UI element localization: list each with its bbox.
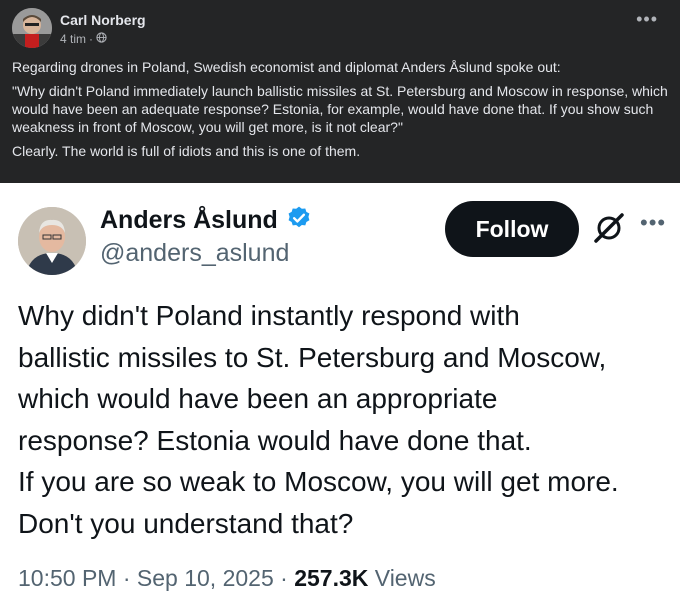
tweet-handle[interactable]: @anders_aslund xyxy=(100,239,289,268)
footer-separator: · xyxy=(122,565,131,591)
post-text: Regarding drones in Poland, Swedish econ… xyxy=(12,58,672,166)
embedded-tweet-image: Anders Åslund @anders_aslund Follow ••• … xyxy=(0,183,680,607)
tweet-author-name[interactable]: Anders Åslund xyxy=(100,206,278,235)
post-time[interactable]: 4 tim xyxy=(60,32,86,46)
post-meta: 4 tim · xyxy=(60,32,107,46)
tweet-text-line: ballistic missiles to St. Petersburg and… xyxy=(18,341,607,373)
tweet-time[interactable]: 10:50 PM xyxy=(18,565,116,591)
tweet-text-line: which would have been an appropriate xyxy=(18,383,498,414)
tweet-text: Why didn't Poland instantly respond with… xyxy=(18,295,668,544)
author-name[interactable]: Carl Norberg xyxy=(60,12,146,28)
post-paragraph: Regarding drones in Poland, Swedish econ… xyxy=(12,59,561,75)
tweet-text-line: response? Estonia would have done that. xyxy=(18,424,532,456)
grok-icon[interactable] xyxy=(590,209,628,247)
post-paragraph: "Why didn't Poland immediately launch ba… xyxy=(12,83,668,135)
views-label: Views xyxy=(374,565,436,591)
verified-badge-icon xyxy=(286,205,312,236)
post-paragraph: Clearly. The world is full of idiots and… xyxy=(12,143,361,159)
facebook-post: Carl Norberg 4 tim · ••• Regarding drone… xyxy=(0,0,680,183)
globe-icon xyxy=(96,32,107,46)
tweet-text-line: Why didn't Poland instantly respond with xyxy=(18,300,520,331)
more-horizontal-icon[interactable]: ••• xyxy=(636,10,658,28)
tweet-footer: 10:50 PM · Sep 10, 2025 · 257.3K Views xyxy=(18,565,436,592)
author-avatar[interactable] xyxy=(12,8,52,48)
tweet-date[interactable]: Sep 10, 2025 xyxy=(137,565,274,591)
tweet-text-line: Don't you understand that? xyxy=(18,507,354,539)
more-horizontal-icon[interactable]: ••• xyxy=(640,212,666,234)
tweet-author-row: Anders Åslund xyxy=(100,205,312,236)
follow-button[interactable]: Follow xyxy=(445,201,579,257)
tweet-text-line: If you are so weak to Moscow, you will g… xyxy=(18,466,619,497)
tweet-author-avatar[interactable] xyxy=(18,207,86,275)
meta-separator: · xyxy=(89,32,94,46)
footer-separator: · xyxy=(280,565,288,591)
views-count: 257.3K xyxy=(294,565,369,591)
